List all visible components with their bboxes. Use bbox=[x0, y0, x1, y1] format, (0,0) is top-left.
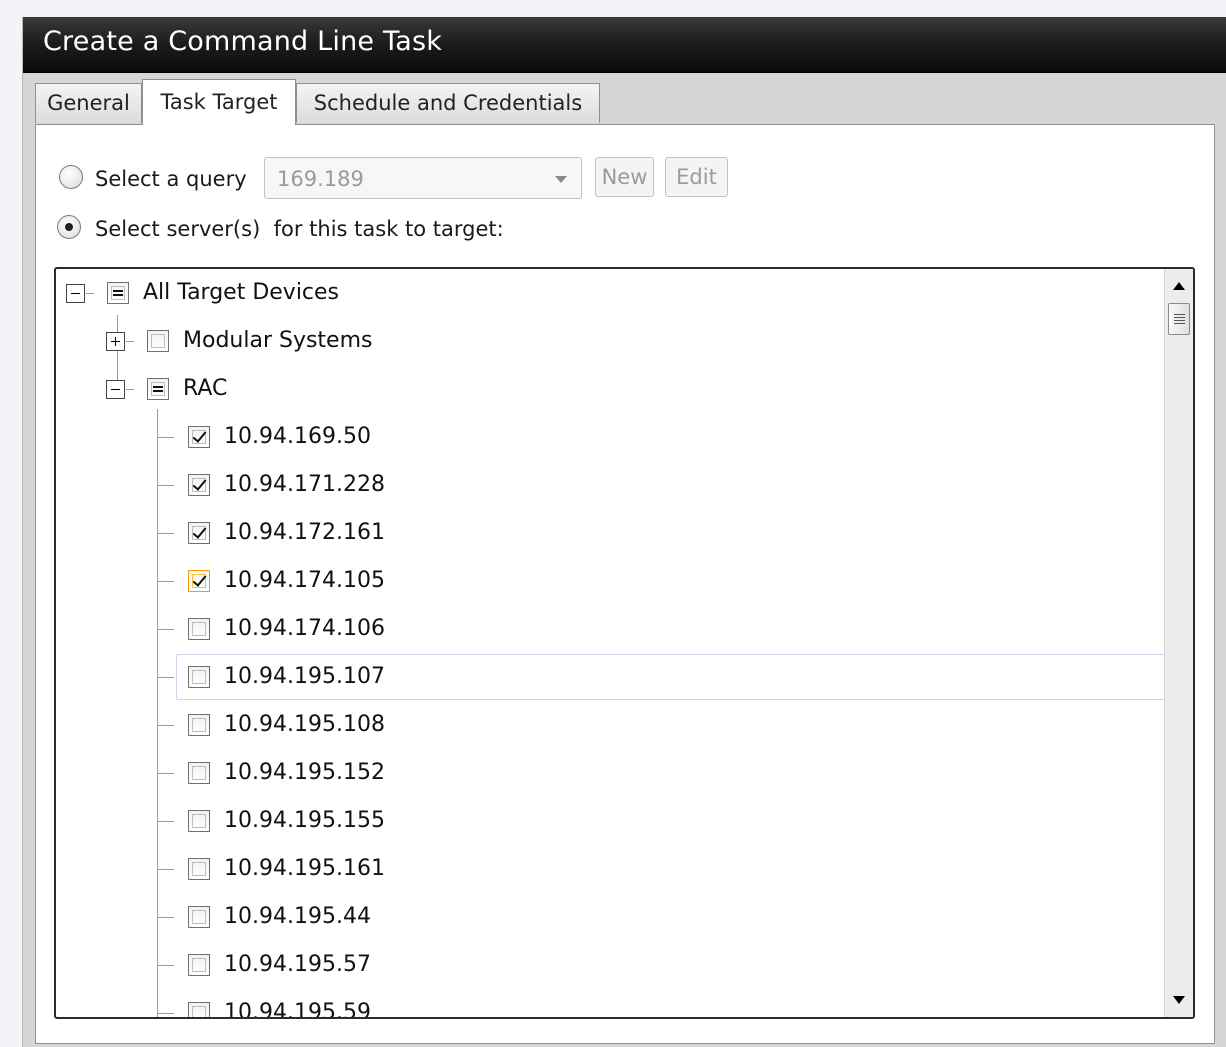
tree-connector-line bbox=[158, 485, 174, 486]
tree-node-label: 10.94.195.161 bbox=[224, 856, 385, 881]
tree-checkbox[interactable] bbox=[188, 522, 210, 544]
tree-node-label: 10.94.195.59 bbox=[224, 1000, 371, 1019]
tree-connector-line bbox=[158, 581, 174, 582]
title-bar: Create a Command Line Task bbox=[23, 17, 1226, 73]
tree-connector-line bbox=[158, 725, 174, 726]
tab-general[interactable]: General bbox=[35, 83, 142, 123]
tree-node-label: 10.94.195.108 bbox=[224, 712, 385, 737]
select-query-radio[interactable] bbox=[59, 165, 83, 189]
tree-connector-line bbox=[158, 773, 174, 774]
tree-checkbox[interactable] bbox=[188, 954, 210, 976]
tree-node-modular-systems[interactable]: Modular Systems bbox=[56, 319, 1156, 363]
tree-node-device[interactable]: 10.94.195.44 bbox=[56, 895, 1156, 939]
minus-box-icon[interactable] bbox=[106, 380, 125, 399]
tree-checkbox[interactable] bbox=[188, 666, 210, 688]
tree-vertical-scrollbar[interactable] bbox=[1164, 269, 1193, 1017]
create-command-line-task-dialog: Create a Command Line Task General Task … bbox=[22, 17, 1226, 1047]
arrow-up-icon[interactable] bbox=[1173, 282, 1185, 290]
target-devices-tree[interactable]: All Target Devices Modular Systems RAC 1… bbox=[54, 267, 1195, 1019]
grip-line bbox=[1174, 320, 1185, 321]
tree-node-device[interactable]: 10.94.171.228 bbox=[56, 463, 1156, 507]
tree-checkbox[interactable] bbox=[188, 762, 210, 784]
tree-checkbox[interactable] bbox=[188, 426, 210, 448]
tab-schedule-and-credentials[interactable]: Schedule and Credentials bbox=[296, 83, 600, 123]
tree-connector-line bbox=[158, 1013, 174, 1014]
tree-node-label: 10.94.174.106 bbox=[224, 616, 385, 641]
tree-node-device[interactable]: 10.94.174.105 bbox=[56, 559, 1156, 603]
tree-node-device[interactable]: 10.94.195.107 bbox=[56, 655, 1156, 699]
tree-connector-line bbox=[158, 821, 174, 822]
select-query-label: Select a query bbox=[95, 167, 247, 191]
dialog-title: Create a Command Line Task bbox=[43, 26, 443, 57]
tree-connector-line bbox=[158, 917, 174, 918]
tree-node-label: All Target Devices bbox=[143, 280, 340, 305]
select-servers-radio[interactable] bbox=[57, 215, 81, 239]
tree-connector-line bbox=[158, 437, 174, 438]
tree-checkbox[interactable] bbox=[147, 378, 169, 400]
new-query-button[interactable]: New bbox=[595, 157, 654, 197]
tree-connector-line bbox=[158, 965, 174, 966]
tree-node-label: 10.94.195.57 bbox=[224, 952, 371, 977]
tree-checkbox[interactable] bbox=[188, 810, 210, 832]
tree-node-device[interactable]: 10.94.195.59 bbox=[56, 991, 1156, 1019]
select-servers-label: Select server(s) for this task to target… bbox=[95, 217, 504, 241]
tree-node-label: 10.94.195.107 bbox=[224, 664, 385, 689]
tree-node-device[interactable]: 10.94.195.152 bbox=[56, 751, 1156, 795]
tree-node-label: 10.94.172.161 bbox=[224, 520, 385, 545]
tree-node-rac[interactable]: RAC bbox=[56, 367, 1156, 411]
tree-node-label: RAC bbox=[183, 376, 228, 401]
tree-checkbox[interactable] bbox=[188, 618, 210, 640]
tree-checkbox[interactable] bbox=[188, 906, 210, 928]
tree-node-label: 10.94.195.152 bbox=[224, 760, 385, 785]
tree-checkbox[interactable] bbox=[188, 570, 210, 592]
task-target-panel: Select a query 169.189 New Edit Select s… bbox=[35, 124, 1215, 1044]
tree-connector-line bbox=[126, 389, 134, 390]
radio-selected-dot bbox=[65, 223, 73, 231]
tab-task-target[interactable]: Task Target bbox=[142, 79, 296, 125]
plus-box-icon[interactable] bbox=[106, 332, 125, 351]
minus-box-icon[interactable] bbox=[66, 284, 85, 303]
tree-checkbox[interactable] bbox=[188, 1002, 210, 1017]
tree-checkbox[interactable] bbox=[107, 282, 129, 304]
grip-line bbox=[1174, 323, 1185, 324]
arrow-down-icon[interactable] bbox=[1173, 996, 1185, 1004]
tree-connector-line bbox=[158, 629, 174, 630]
tree-connector-line bbox=[126, 341, 134, 342]
query-dropdown-value: 169.189 bbox=[277, 167, 364, 191]
tree-node-all-target-devices[interactable]: All Target Devices bbox=[56, 271, 1156, 315]
chevron-down-icon bbox=[555, 176, 567, 183]
grip-line bbox=[1174, 317, 1185, 318]
tree-node-device[interactable]: 10.94.169.50 bbox=[56, 415, 1156, 459]
tree-checkbox[interactable] bbox=[147, 330, 169, 352]
tree-node-label: 10.94.169.50 bbox=[224, 424, 371, 449]
tree-node-label: 10.94.174.105 bbox=[224, 568, 385, 593]
tree-node-device[interactable]: 10.94.195.108 bbox=[56, 703, 1156, 747]
tree-node-label: Modular Systems bbox=[183, 328, 373, 353]
edit-query-button[interactable]: Edit bbox=[665, 157, 728, 197]
tree-node-device[interactable]: 10.94.195.161 bbox=[56, 847, 1156, 891]
grip-line bbox=[1174, 314, 1185, 315]
tree-connector-line bbox=[158, 533, 174, 534]
tree-connector-line bbox=[158, 677, 174, 678]
tree-connector-line bbox=[86, 293, 94, 294]
tree-checkbox[interactable] bbox=[188, 474, 210, 496]
tree-checkbox[interactable] bbox=[188, 714, 210, 736]
tree-node-device[interactable]: 10.94.195.57 bbox=[56, 943, 1156, 987]
tree-node-device[interactable]: 10.94.195.155 bbox=[56, 799, 1156, 843]
tree-node-label: 10.94.195.155 bbox=[224, 808, 385, 833]
tree-node-device[interactable]: 10.94.172.161 bbox=[56, 511, 1156, 555]
tree-connector-line bbox=[158, 869, 174, 870]
query-dropdown[interactable]: 169.189 bbox=[264, 157, 582, 199]
tree-node-device[interactable]: 10.94.174.106 bbox=[56, 607, 1156, 651]
tree-node-label: 10.94.195.44 bbox=[224, 904, 371, 929]
tree-checkbox[interactable] bbox=[188, 858, 210, 880]
scrollbar-thumb[interactable] bbox=[1168, 303, 1190, 335]
tree-node-label: 10.94.171.228 bbox=[224, 472, 385, 497]
